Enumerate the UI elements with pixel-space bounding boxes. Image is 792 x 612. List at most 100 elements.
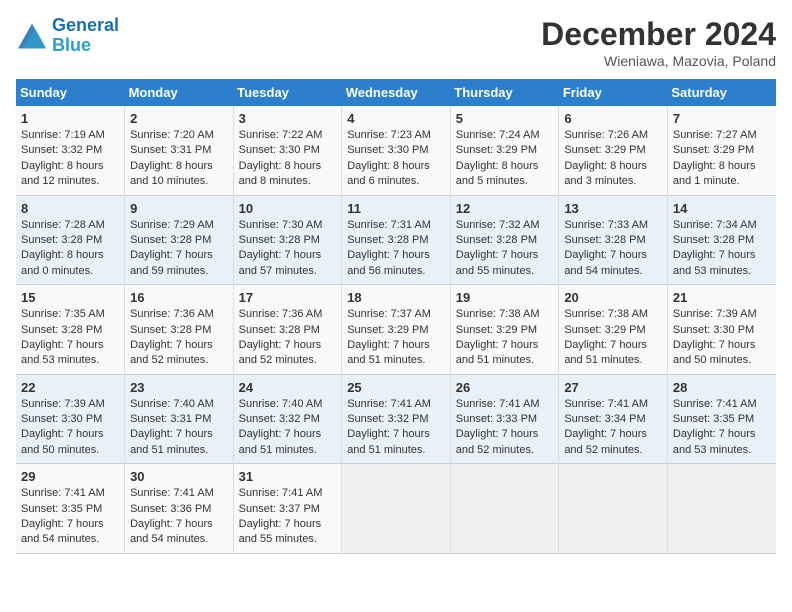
day-info: Sunrise: 7:41 AMSunset: 3:34 PMDaylight:… [564, 397, 662, 459]
day-cell: 2 Sunrise: 7:20 AMSunset: 3:31 PMDaylight… [125, 106, 234, 195]
day-number: 11 [347, 201, 445, 216]
day-info: Sunrise: 7:22 AMSunset: 3:30 PMDaylight:… [239, 128, 337, 190]
day-cell: 27 Sunrise: 7:41 AMSunset: 3:34 PMDayligh… [559, 374, 668, 464]
day-cell: 16 Sunrise: 7:36 AMSunset: 3:28 PMDayligh… [125, 285, 234, 375]
day-cell: 12 Sunrise: 7:32 AMSunset: 3:28 PMDayligh… [450, 195, 559, 285]
day-cell: 10 Sunrise: 7:30 AMSunset: 3:28 PMDayligh… [233, 195, 342, 285]
day-info: Sunrise: 7:28 AMSunset: 3:28 PMDaylight:… [21, 218, 119, 280]
day-info: Sunrise: 7:35 AMSunset: 3:28 PMDaylight:… [21, 307, 119, 369]
day-number: 3 [239, 111, 337, 126]
weekday-header-wednesday: Wednesday [342, 79, 451, 106]
day-info: Sunrise: 7:41 AMSunset: 3:36 PMDaylight:… [130, 486, 228, 548]
day-cell: 19 Sunrise: 7:38 AMSunset: 3:29 PMDayligh… [450, 285, 559, 375]
day-number: 29 [21, 469, 119, 484]
day-info: Sunrise: 7:19 AMSunset: 3:32 PMDaylight:… [21, 128, 119, 190]
day-info: Sunrise: 7:33 AMSunset: 3:28 PMDaylight:… [564, 218, 662, 280]
day-cell [450, 464, 559, 554]
day-number: 30 [130, 469, 228, 484]
day-cell: 26Sunrise: 7:41 AMSunset: 3:33 PMDayligh… [450, 374, 559, 464]
day-number: 13 [564, 201, 662, 216]
day-info: Sunrise: 7:37 AMSunset: 3:29 PMDaylight:… [347, 307, 445, 369]
weekday-header-monday: Monday [125, 79, 234, 106]
day-info: Sunrise: 7:40 AMSunset: 3:32 PMDaylight:… [239, 397, 337, 459]
day-info: Sunrise: 7:20 AMSunset: 3:31 PMDaylight:… [130, 128, 228, 190]
day-info: Sunrise: 7:41 AMSunset: 3:33 PMDaylight:… [456, 397, 554, 459]
day-info: Sunrise: 7:30 AMSunset: 3:28 PMDaylight:… [239, 218, 337, 280]
day-cell [559, 464, 668, 554]
day-cell: 9 Sunrise: 7:29 AMSunset: 3:28 PMDaylight… [125, 195, 234, 285]
day-number: 5 [456, 111, 554, 126]
day-number: 21 [673, 290, 771, 305]
day-number: 8 [21, 201, 119, 216]
day-info: Sunrise: 7:38 AMSunset: 3:29 PMDaylight:… [456, 307, 554, 369]
day-number: 31 [239, 469, 337, 484]
day-info: Sunrise: 7:32 AMSunset: 3:28 PMDaylight:… [456, 218, 554, 280]
day-number: 27 [564, 380, 662, 395]
day-number: 10 [239, 201, 337, 216]
day-info: Sunrise: 7:26 AMSunset: 3:29 PMDaylight:… [564, 128, 662, 190]
day-cell: 6 Sunrise: 7:26 AMSunset: 3:29 PMDaylight… [559, 106, 668, 195]
calendar-table: SundayMondayTuesdayWednesdayThursdayFrid… [16, 79, 776, 554]
day-cell: 1Sunrise: 7:19 AMSunset: 3:32 PMDaylight… [16, 106, 125, 195]
day-cell: 14Sunrise: 7:34 AMSunset: 3:28 PMDayligh… [667, 195, 776, 285]
day-cell: 31 Sunrise: 7:41 AMSunset: 3:37 PMDayligh… [233, 464, 342, 554]
week-row-5: 29Sunrise: 7:41 AMSunset: 3:35 PMDayligh… [16, 464, 776, 554]
title-block: December 2024 Wieniawa, Mazovia, Poland [541, 16, 776, 69]
day-info: Sunrise: 7:27 AMSunset: 3:29 PMDaylight:… [673, 128, 771, 190]
logo-text: General Blue [52, 16, 119, 56]
day-number: 28 [673, 380, 771, 395]
day-number: 16 [130, 290, 228, 305]
day-cell: 23Sunrise: 7:40 AMSunset: 3:31 PMDayligh… [125, 374, 234, 464]
weekday-header-thursday: Thursday [450, 79, 559, 106]
day-number: 6 [564, 111, 662, 126]
day-info: Sunrise: 7:36 AMSunset: 3:28 PMDaylight:… [130, 307, 228, 369]
day-number: 24 [239, 380, 337, 395]
day-info: Sunrise: 7:39 AMSunset: 3:30 PMDaylight:… [21, 397, 119, 459]
day-cell: 25 Sunrise: 7:41 AMSunset: 3:32 PMDayligh… [342, 374, 451, 464]
week-row-2: 8 Sunrise: 7:28 AMSunset: 3:28 PMDaylight… [16, 195, 776, 285]
day-number: 7 [673, 111, 771, 126]
week-row-3: 15 Sunrise: 7:35 AMSunset: 3:28 PMDayligh… [16, 285, 776, 375]
day-cell: 21 Sunrise: 7:39 AMSunset: 3:30 PMDayligh… [667, 285, 776, 375]
weekday-header-saturday: Saturday [667, 79, 776, 106]
day-number: 12 [456, 201, 554, 216]
day-cell: 29Sunrise: 7:41 AMSunset: 3:35 PMDayligh… [16, 464, 125, 554]
weekday-header-sunday: Sunday [16, 79, 125, 106]
weekday-header-tuesday: Tuesday [233, 79, 342, 106]
day-cell: 20Sunrise: 7:38 AMSunset: 3:29 PMDayligh… [559, 285, 668, 375]
day-cell: 30 Sunrise: 7:41 AMSunset: 3:36 PMDayligh… [125, 464, 234, 554]
day-cell: 13 Sunrise: 7:33 AMSunset: 3:28 PMDayligh… [559, 195, 668, 285]
day-cell: 4Sunrise: 7:23 AMSunset: 3:30 PMDaylight… [342, 106, 451, 195]
day-cell: 17 Sunrise: 7:36 AMSunset: 3:28 PMDayligh… [233, 285, 342, 375]
day-number: 17 [239, 290, 337, 305]
weekday-header-row: SundayMondayTuesdayWednesdayThursdayFrid… [16, 79, 776, 106]
day-cell [342, 464, 451, 554]
day-cell: 11 Sunrise: 7:31 AMSunset: 3:28 PMDayligh… [342, 195, 451, 285]
day-number: 9 [130, 201, 228, 216]
day-info: Sunrise: 7:41 AMSunset: 3:32 PMDaylight:… [347, 397, 445, 459]
week-row-4: 22Sunrise: 7:39 AMSunset: 3:30 PMDayligh… [16, 374, 776, 464]
day-info: Sunrise: 7:31 AMSunset: 3:28 PMDaylight:… [347, 218, 445, 280]
page-header: General Blue December 2024 Wieniawa, Maz… [16, 16, 776, 69]
day-info: Sunrise: 7:36 AMSunset: 3:28 PMDaylight:… [239, 307, 337, 369]
day-number: 2 [130, 111, 228, 126]
day-info: Sunrise: 7:41 AMSunset: 3:37 PMDaylight:… [239, 486, 337, 548]
day-number: 19 [456, 290, 554, 305]
day-info: Sunrise: 7:34 AMSunset: 3:28 PMDaylight:… [673, 218, 771, 280]
day-number: 23 [130, 380, 228, 395]
day-number: 20 [564, 290, 662, 305]
day-info: Sunrise: 7:29 AMSunset: 3:28 PMDaylight:… [130, 218, 228, 280]
logo: General Blue [16, 16, 119, 56]
day-cell: 15 Sunrise: 7:35 AMSunset: 3:28 PMDayligh… [16, 285, 125, 375]
day-number: 25 [347, 380, 445, 395]
calendar-subtitle: Wieniawa, Mazovia, Poland [541, 53, 776, 69]
day-number: 15 [21, 290, 119, 305]
week-row-1: 1Sunrise: 7:19 AMSunset: 3:32 PMDaylight… [16, 106, 776, 195]
day-cell: 7 Sunrise: 7:27 AMSunset: 3:29 PMDaylight… [667, 106, 776, 195]
weekday-header-friday: Friday [559, 79, 668, 106]
day-info: Sunrise: 7:23 AMSunset: 3:30 PMDaylight:… [347, 128, 445, 190]
day-info: Sunrise: 7:24 AMSunset: 3:29 PMDaylight:… [456, 128, 554, 190]
day-cell: 8 Sunrise: 7:28 AMSunset: 3:28 PMDaylight… [16, 195, 125, 285]
day-info: Sunrise: 7:39 AMSunset: 3:30 PMDaylight:… [673, 307, 771, 369]
day-number: 18 [347, 290, 445, 305]
